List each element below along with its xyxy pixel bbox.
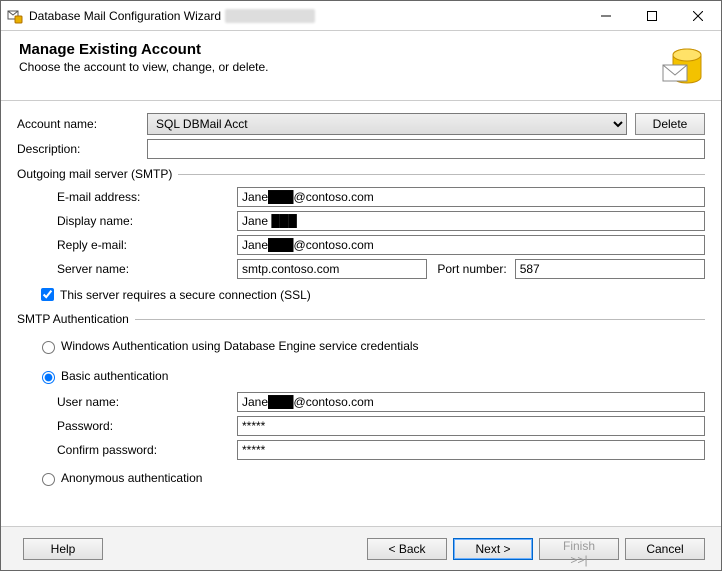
server-name-input[interactable] [237,259,427,279]
auth-group-label: SMTP Authentication [17,312,705,326]
app-icon [7,8,23,24]
page-title: Manage Existing Account [19,41,269,58]
back-button[interactable]: < Back [367,538,447,560]
finish-button[interactable]: Finish >>| [539,538,619,560]
auth-anon-radio[interactable] [42,473,55,486]
title-obscured [225,9,315,23]
close-button[interactable] [675,1,721,31]
user-name-input[interactable] [237,392,705,412]
port-input[interactable] [515,259,705,279]
next-button[interactable]: Next > [453,538,533,560]
ssl-checkbox[interactable] [41,288,54,301]
auth-anon-label: Anonymous authentication [61,471,202,485]
password-label: Password: [37,419,237,433]
delete-button[interactable]: Delete [635,113,705,135]
wizard-header: Manage Existing Account Choose the accou… [1,31,721,101]
content-area: Account name: SQL DBMail Acct Delete Des… [1,101,721,486]
user-name-label: User name: [37,395,237,409]
port-label: Port number: [427,262,514,276]
email-input[interactable] [237,187,705,207]
description-input[interactable] [147,139,705,159]
cancel-button[interactable]: Cancel [625,538,705,560]
reply-email-label: Reply e-mail: [37,238,237,252]
page-subtitle: Choose the account to view, change, or d… [19,60,269,74]
auth-windows-radio[interactable] [42,341,55,354]
confirm-password-input[interactable] [237,440,705,460]
account-name-select[interactable]: SQL DBMail Acct [147,113,627,135]
maximize-button[interactable] [629,1,675,31]
display-name-input[interactable] [237,211,705,231]
window-title: Database Mail Configuration Wizard [29,9,221,23]
minimize-button[interactable] [583,1,629,31]
wizard-footer: Help < Back Next > Finish >>| Cancel [1,526,721,570]
password-input[interactable] [237,416,705,436]
ssl-label: This server requires a secure connection… [60,288,311,302]
smtp-group-label: Outgoing mail server (SMTP) [17,167,705,181]
account-name-label: Account name: [17,117,147,131]
description-label: Description: [17,142,147,156]
email-label: E-mail address: [37,190,237,204]
auth-basic-label: Basic authentication [61,369,168,383]
confirm-password-label: Confirm password: [37,443,237,457]
auth-windows-label: Windows Authentication using Database En… [61,339,419,353]
help-button[interactable]: Help [23,538,103,560]
reply-email-input[interactable] [237,235,705,255]
database-mail-icon [657,41,705,92]
title-bar: Database Mail Configuration Wizard [1,1,721,31]
auth-basic-radio[interactable] [42,371,55,384]
server-name-label: Server name: [37,262,237,276]
display-name-label: Display name: [37,214,237,228]
